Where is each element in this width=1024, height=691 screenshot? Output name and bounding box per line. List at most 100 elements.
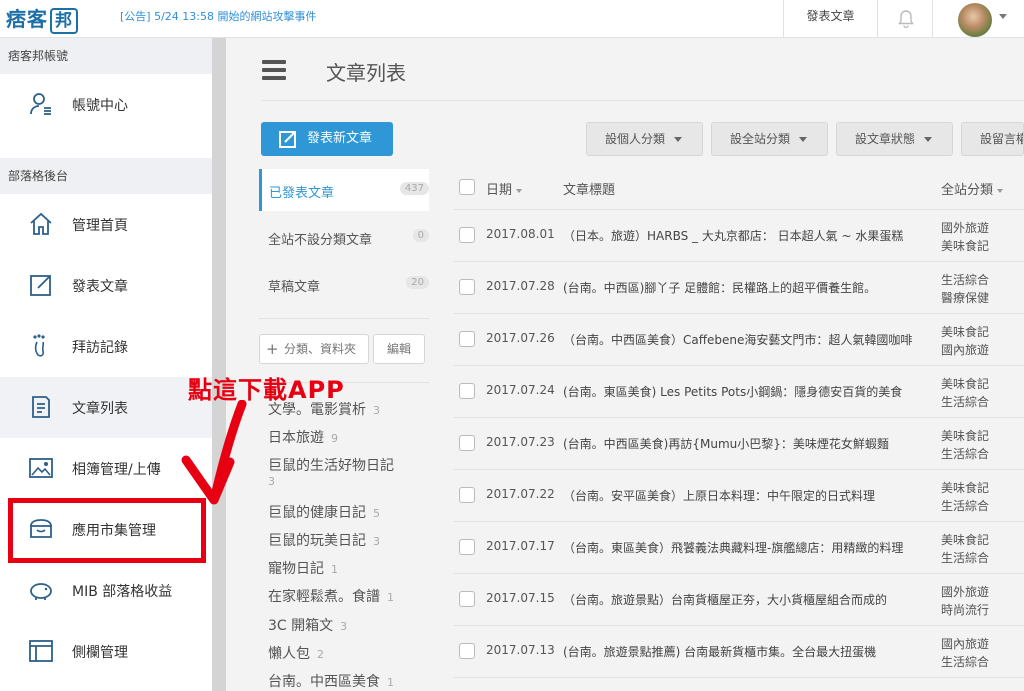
filter-label: 設全站分類 — [730, 132, 791, 146]
table-row[interactable]: 2017.07.26 （台南。中西區美食）Caffebene海安藝文門市：超人氣韓… — [453, 314, 1024, 366]
row-category: 生活綜合 — [941, 551, 990, 565]
folder-count: 1 — [387, 591, 394, 604]
divider — [259, 318, 429, 319]
comment-permission-dropdown[interactable]: 設留言權 — [961, 122, 1024, 156]
table-row[interactable]: 2017.08.01 （日本。旅遊）HARBS _ 大丸京都店： 日本超人氣 ~ … — [453, 210, 1024, 262]
sidebar-item-new-post[interactable]: 發表文章 — [0, 255, 212, 316]
row-checkbox[interactable] — [459, 331, 475, 347]
table-row[interactable]: 2017.07.13 (台南。旅遊景點推薦) 台南最新貨櫃市集。全台最大扭蛋機 國內… — [453, 626, 1024, 678]
folder-count: 3 — [373, 535, 380, 548]
row-title-link[interactable]: （台南。中西區美食）Caffebene海安藝文門市：超人氣韓國咖啡 — [563, 331, 925, 348]
column-date-label: 日期 — [486, 183, 513, 198]
annotation-text: 點這下載APP — [188, 376, 345, 404]
menu-toggle-icon[interactable] — [262, 60, 286, 80]
table-row[interactable]: 2017.07.17 （台南。東區美食）飛饕義法典藏料理-旗艦總店：用精緻的料理 美… — [453, 522, 1024, 574]
row-title-link[interactable]: (台南。中西區)腳丫子 足體館：民權路上的超平價養生館。 — [563, 279, 925, 296]
folder-item[interactable]: 巨鼠的生活好物日記 — [268, 455, 394, 475]
sidebar-layout-icon — [29, 640, 53, 662]
annotation-arrow-icon — [181, 400, 247, 505]
row-category: 國外旅遊 — [941, 585, 990, 599]
sidebar-item-label: 側欄管理 — [72, 645, 128, 661]
page-title: 文章列表 — [326, 61, 406, 85]
folder-label: 3C 開箱文 — [268, 618, 334, 634]
row-title-link[interactable]: （台南。旅遊景點）台南貨櫃屋正夯，大小貨櫃屋組合而成的 — [563, 591, 925, 608]
folder-item[interactable]: 台南。中西區美食 1 — [268, 671, 394, 691]
select-all-checkbox[interactable] — [459, 179, 475, 195]
row-title-link[interactable]: （台南。東區美食）飛饕義法典藏料理-旗艦總店：用精緻的料理 — [563, 539, 925, 556]
pixnet-logo[interactable]: 痞客邦 — [6, 4, 86, 34]
sidebar-item-visit-log[interactable]: 拜訪記錄 — [0, 316, 212, 377]
folder-label: 巨鼠的健康日記 — [268, 505, 366, 521]
new-post-button[interactable]: 發表新文章 — [261, 122, 393, 156]
row-title-link[interactable]: (台南。中西區美食)再訪{Mumu小巴黎}：美味煙花女鮮蝦麵 — [563, 435, 925, 452]
category-published[interactable]: 已發表文章 437 — [259, 169, 429, 211]
add-category-button[interactable]: + 分類、資料夾 — [259, 334, 369, 364]
folder-item[interactable]: 日本旅遊 9 — [268, 427, 338, 447]
folder-item[interactable]: 在家輕鬆煮。食譜 1 — [268, 586, 394, 606]
category-drafts[interactable]: 草稿文章 20 — [259, 263, 429, 305]
sidebar-item-account-center[interactable]: 帳號中心 — [0, 74, 212, 135]
sidebar-item-sidebar-manage[interactable]: 側欄管理 — [0, 621, 212, 682]
folder-label: 日本旅遊 — [268, 430, 324, 446]
row-date: 2017.07.26 — [486, 331, 555, 345]
folder-item[interactable]: 巨鼠的健康日記 5 — [268, 502, 380, 522]
avatar-dropdown-icon[interactable] — [999, 14, 1007, 19]
folder-item[interactable]: 懶人包 2 — [268, 643, 324, 663]
publish-article-button[interactable]: 發表文章 — [783, 0, 877, 38]
row-checkbox[interactable] — [459, 487, 475, 503]
article-table-header: 日期 文章標題 全站分類 — [453, 168, 1024, 210]
sidebar-item-label: 相簿管理/上傳 — [72, 462, 161, 478]
row-category: 美味食記 — [941, 325, 990, 339]
personal-category-dropdown[interactable]: 設個人分類 — [586, 122, 703, 156]
caret-down-icon — [997, 188, 1004, 193]
sidebar-item-dashboard[interactable]: 管理首頁 — [0, 194, 212, 255]
article-status-dropdown[interactable]: 設文章狀態 — [836, 122, 953, 156]
row-title-link[interactable]: （台南。安平區美食）上原日本料理：中午限定的日式料理 — [563, 487, 925, 504]
row-checkbox[interactable] — [459, 279, 475, 295]
folder-item[interactable]: 寵物日記 1 — [268, 558, 338, 578]
edit-category-button[interactable]: 編輯 — [373, 334, 425, 364]
edit-icon — [30, 275, 51, 296]
sidebar-item-label: MIB 部落格收益 — [72, 584, 173, 600]
row-title-link[interactable]: （日本。旅遊）HARBS _ 大丸京都店： 日本超人氣 ~ 水果蛋糕 — [563, 227, 925, 244]
table-row[interactable]: 2017.07.28 (台南。中西區)腳丫子 足體館：民權路上的超平價養生館。 生活… — [453, 262, 1024, 314]
row-date: 2017.07.15 — [486, 591, 555, 605]
site-category-dropdown[interactable]: 設全站分類 — [711, 122, 828, 156]
row-checkbox[interactable] — [459, 435, 475, 451]
filter-label: 設文章狀態 — [855, 132, 916, 146]
row-title-link[interactable]: (台南。東區美食) Les Petits Pots小鋼鍋：隱身德安百貨的美食 — [563, 383, 925, 400]
row-checkbox[interactable] — [459, 643, 475, 659]
row-checkbox[interactable] — [459, 539, 475, 555]
row-title-link[interactable]: (台南。旅遊景點推薦) 台南最新貨櫃市集。全台最大扭蛋機 — [563, 643, 925, 660]
sidebar-scrollbar[interactable] — [212, 38, 226, 691]
category-count: 20 — [406, 276, 429, 289]
sort-by-category[interactable]: 全站分類 — [941, 179, 1004, 198]
user-avatar[interactable] — [958, 3, 992, 37]
sidebar-item-mib-revenue[interactable]: MIB 部落格收益 — [0, 560, 212, 621]
table-row[interactable]: 2017.07.22 （台南。安平區美食）上原日本料理：中午限定的日式料理 美味食記… — [453, 470, 1024, 522]
folder-label: 寵物日記 — [268, 561, 324, 577]
row-date: 2017.08.01 — [486, 227, 555, 241]
row-checkbox[interactable] — [459, 383, 475, 399]
table-row[interactable]: 2017.07.15 （台南。旅遊景點）台南貨櫃屋正夯，大小貨櫃屋組合而成的 國外旅… — [453, 574, 1024, 626]
sort-by-date[interactable]: 日期 — [486, 179, 523, 198]
notification-button[interactable] — [877, 0, 933, 38]
folder-count: 3 — [268, 475, 275, 488]
row-checkbox[interactable] — [459, 227, 475, 243]
row-category: 國外旅遊 — [941, 221, 990, 235]
folder-item[interactable]: 3C 開箱文 3 — [268, 615, 347, 635]
bell-icon — [898, 10, 914, 28]
announcement-link[interactable]: [公告] 5/24 13:58 開始的網站攻擊事件 — [120, 8, 316, 24]
folder-item[interactable]: 巨鼠的玩美日記 3 — [268, 530, 380, 550]
category-uncategorized[interactable]: 全站不設分類文章 0 — [259, 216, 429, 258]
folder-label: 在家輕鬆煮。食譜 — [268, 589, 380, 605]
row-date: 2017.07.17 — [486, 539, 555, 553]
table-row[interactable]: 2017.07.23 (台南。中西區美食)再訪{Mumu小巴黎}：美味煙花女鮮蝦麵… — [453, 418, 1024, 470]
category-count: 437 — [399, 182, 429, 195]
row-category: 美味食記 — [941, 239, 990, 253]
row-category: 時尚流行 — [941, 603, 990, 617]
table-row[interactable]: 2017.07.24 (台南。東區美食) Les Petits Pots小鋼鍋：隱… — [453, 366, 1024, 418]
row-date: 2017.07.22 — [486, 487, 555, 501]
row-category: 生活綜合 — [941, 273, 990, 287]
row-checkbox[interactable] — [459, 591, 475, 607]
